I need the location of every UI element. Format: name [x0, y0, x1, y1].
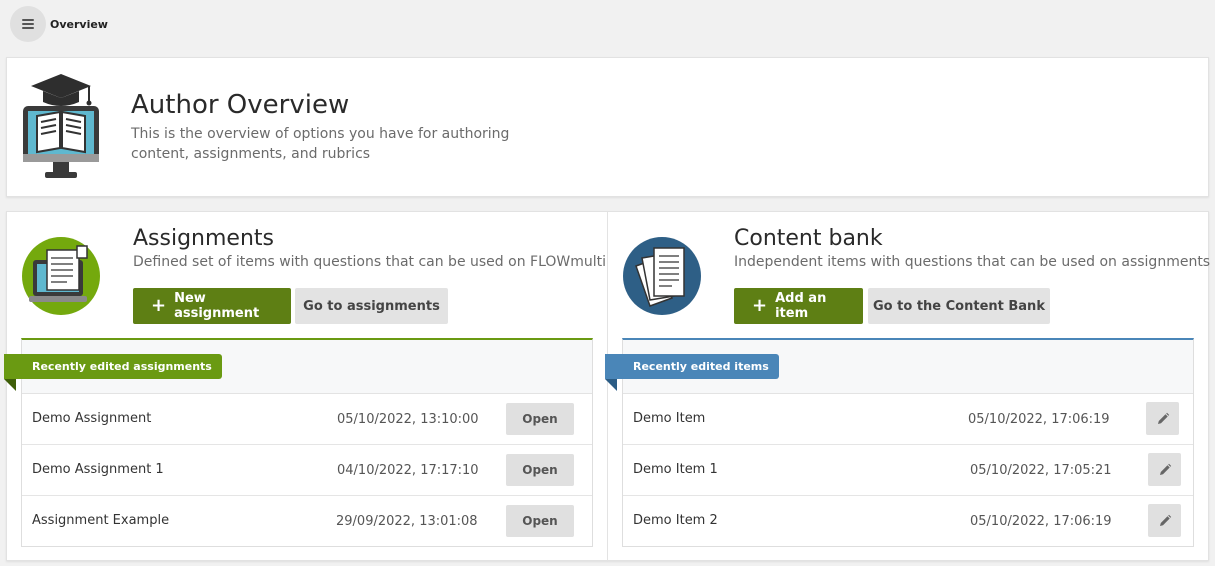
table-row: Demo Assignment 05/10/2022, 13:10:00 Ope… — [22, 394, 592, 445]
sections-card: Assignments Defined set of items with qu… — [4, 211, 1211, 562]
table-row: Assignment Example 29/09/2022, 13:01:08 … — [22, 496, 592, 547]
table-row: Demo Item 2 05/10/2022, 17:06:19 — [623, 496, 1193, 547]
page-title: Author Overview — [131, 90, 350, 120]
author-overview-card: Author Overview This is the overview of … — [6, 57, 1209, 197]
assignments-section: Assignments Defined set of items with qu… — [4, 212, 607, 562]
edit-item-button[interactable] — [1148, 453, 1181, 486]
page-subtitle: This is the overview of options you have… — [131, 126, 510, 162]
new-assignment-button[interactable]: + New assignment — [133, 288, 291, 324]
go-to-content-bank-button[interactable]: Go to the Content Bank — [868, 288, 1050, 324]
open-button[interactable]: Open — [506, 505, 574, 537]
open-button[interactable]: Open — [506, 454, 574, 486]
item-date: 05/10/2022, 17:06:19 — [968, 412, 1110, 427]
pencil-icon — [1159, 463, 1171, 475]
add-item-label: Add an item — [775, 291, 827, 321]
pencil-icon — [1159, 514, 1171, 526]
recent-assignments-ribbon: Recently edited assignments — [4, 354, 222, 391]
plus-icon: + — [752, 295, 768, 316]
recent-assignments-list: Recently edited assignments Demo Assignm… — [4, 338, 593, 547]
content-bank-subtitle: Independent items with questions that ca… — [734, 254, 1211, 270]
table-row: Demo Item 1 05/10/2022, 17:05:21 — [623, 445, 1193, 496]
laptop-document-icon — [22, 237, 100, 315]
go-to-assignments-button[interactable]: Go to assignments — [295, 288, 448, 324]
recent-items-list: Recently edited items Demo Item 05/10/20… — [605, 338, 1194, 547]
content-bank-section: Content bank Independent items with ques… — [605, 212, 1211, 562]
edit-item-button[interactable] — [1148, 504, 1181, 537]
stacked-papers-icon — [623, 237, 701, 315]
table-row: Demo Item 05/10/2022, 17:06:19 — [623, 394, 1193, 445]
pencil-icon — [1157, 412, 1169, 424]
menu-button[interactable] — [10, 6, 46, 42]
list-header: Recently edited assignments — [4, 340, 592, 394]
assignment-name: Assignment Example — [32, 513, 170, 528]
assignment-name: Demo Assignment — [32, 411, 152, 426]
edit-item-button[interactable] — [1146, 402, 1179, 435]
recent-items-ribbon: Recently edited items — [605, 354, 779, 391]
assignment-date: 04/10/2022, 17:17:10 — [337, 463, 479, 478]
item-name: Demo Item 2 — [633, 513, 718, 528]
assignments-title: Assignments — [133, 226, 274, 251]
assignment-date: 05/10/2022, 13:10:00 — [337, 412, 479, 427]
table-row: Demo Assignment 1 04/10/2022, 17:17:10 O… — [22, 445, 592, 496]
item-name: Demo Item 1 — [633, 462, 718, 477]
plus-icon: + — [151, 295, 167, 316]
ribbon-label: Recently edited assignments — [32, 360, 212, 373]
ribbon-label: Recently edited items — [633, 360, 769, 373]
add-item-button[interactable]: + Add an item — [734, 288, 863, 324]
computer-graduation-book-icon — [23, 74, 99, 178]
new-assignment-label: New assignment — [174, 291, 260, 321]
assignment-name: Demo Assignment 1 — [32, 462, 164, 477]
assignments-subtitle: Defined set of items with questions that… — [133, 254, 607, 270]
item-name: Demo Item — [633, 411, 706, 426]
assignment-date: 29/09/2022, 13:01:08 — [336, 514, 478, 529]
item-date: 05/10/2022, 17:06:19 — [970, 514, 1112, 529]
content-bank-title: Content bank — [734, 226, 883, 251]
item-date: 05/10/2022, 17:05:21 — [970, 463, 1112, 478]
top-bar: Overview — [0, 0, 1215, 50]
hamburger-icon — [22, 19, 34, 29]
breadcrumb: Overview — [50, 18, 108, 31]
list-header: Recently edited items — [605, 340, 1193, 394]
open-button[interactable]: Open — [506, 403, 574, 435]
